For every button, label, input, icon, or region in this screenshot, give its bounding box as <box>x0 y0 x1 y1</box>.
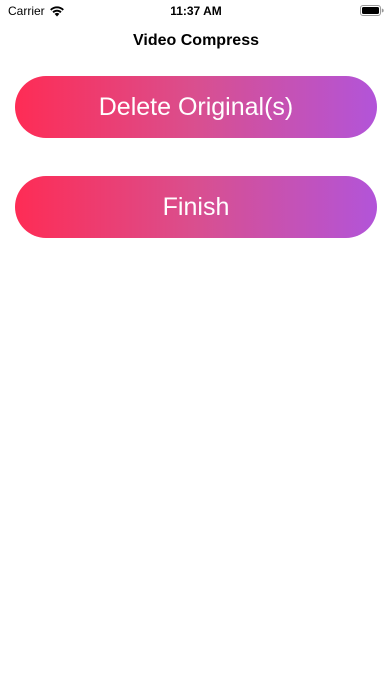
status-time: 11:37 AM <box>170 4 222 18</box>
finish-button[interactable]: Finish <box>15 176 377 238</box>
delete-originals-button[interactable]: Delete Original(s) <box>15 76 377 138</box>
finish-label: Finish <box>162 192 230 221</box>
status-bar: Carrier 11:37 AM <box>0 0 392 22</box>
delete-originals-label: Delete Original(s) <box>98 92 294 121</box>
page-title: Video Compress <box>133 32 259 49</box>
battery-icon <box>360 5 384 16</box>
